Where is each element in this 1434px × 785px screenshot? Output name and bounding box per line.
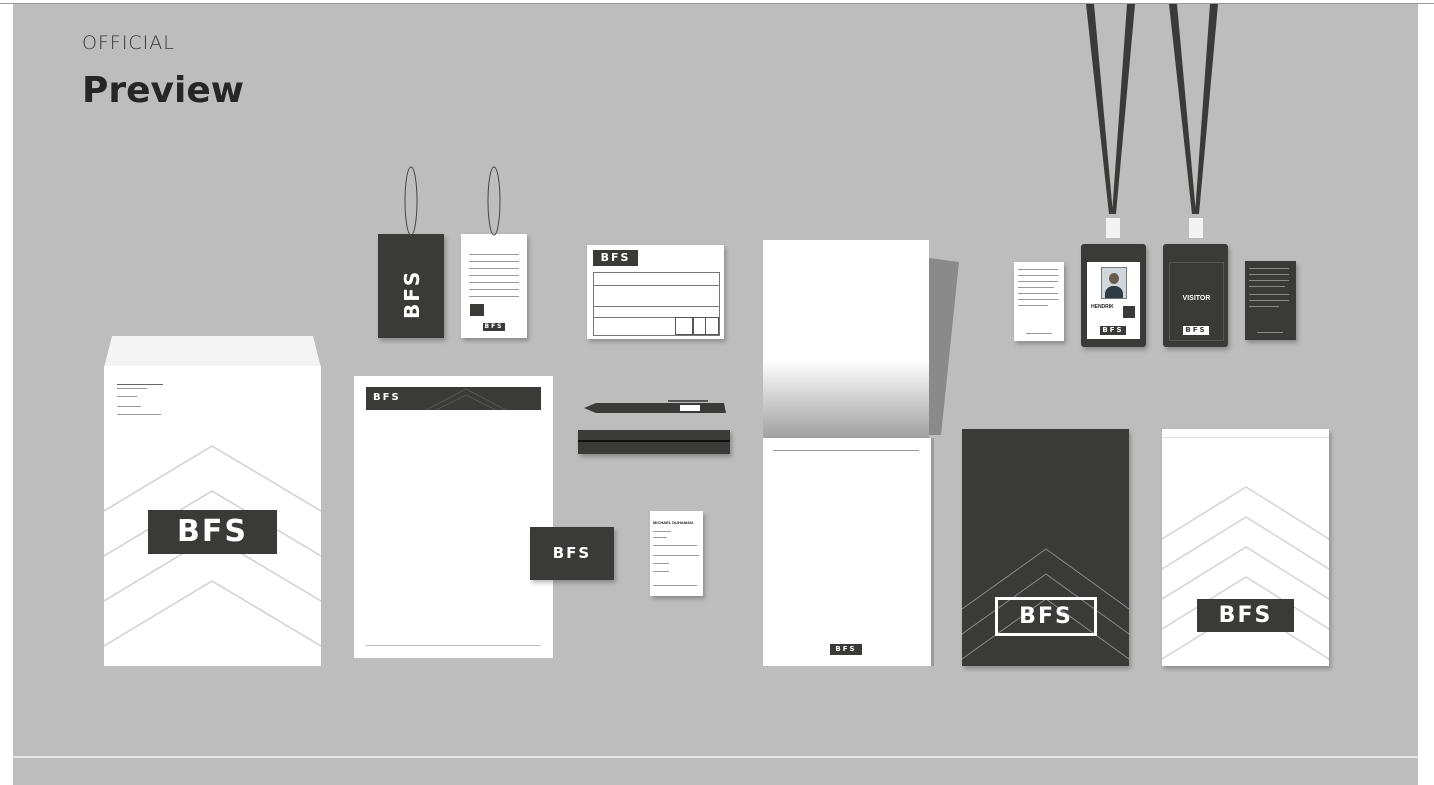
lanyards xyxy=(1086,4,1218,238)
visitor-badge-logo: BFS xyxy=(1183,326,1209,335)
business-card-back: MICHAEL DUHAMAN xyxy=(650,511,703,596)
shipping-label-logo: BFS xyxy=(593,250,638,266)
hang-tag-logo: BFS xyxy=(400,269,424,319)
folder-dark-logo: BFS xyxy=(995,597,1097,636)
visitor-badge: VISITOR BFS xyxy=(1163,244,1228,347)
shipping-label: BFS xyxy=(587,245,724,339)
notepad-graphic xyxy=(763,240,959,666)
letterhead-logo: BFS xyxy=(373,392,401,403)
avatar xyxy=(1101,267,1127,299)
this-side-up-icon xyxy=(705,317,719,335)
notepad-mockup: BFS xyxy=(763,240,963,668)
visitor-badge-card: VISITOR BFS xyxy=(1169,262,1224,341)
employee-name: HENDRIK xyxy=(1091,304,1114,310)
preview-canvas: OFFICIAL Preview BFS BFS BFS BFS BFS BFS… xyxy=(13,4,1418,785)
hang-tag-string-1 xyxy=(404,166,418,236)
envelope-graphic xyxy=(103,336,322,666)
fragile-icon xyxy=(675,317,693,335)
business-card-logo: BFS xyxy=(552,544,592,562)
letterhead-banner: BFS xyxy=(366,387,541,410)
badge-back-card xyxy=(1245,261,1296,340)
letterhead-mockup: BFS xyxy=(354,376,553,658)
pen-mockup xyxy=(584,400,726,413)
qr-code xyxy=(1123,306,1135,318)
envelope-logo: BFS xyxy=(148,510,277,554)
employee-badge: HENDRIK BFS xyxy=(1081,244,1146,347)
letterhead-footer-line xyxy=(366,645,541,646)
hang-tag-back-logo: BFS xyxy=(483,323,505,331)
visitor-label: VISITOR xyxy=(1182,295,1211,302)
bottom-divider xyxy=(13,756,1418,758)
page-title: Preview xyxy=(82,70,245,111)
notepad-logo: BFS xyxy=(835,645,857,653)
folder-white-logo: BFS xyxy=(1197,599,1294,632)
employee-badge-card: HENDRIK BFS xyxy=(1087,262,1140,339)
business-card-name: MICHAEL DUHAMAN xyxy=(653,520,693,525)
folder-white: BFS xyxy=(1162,429,1329,666)
section-eyebrow: OFFICIAL xyxy=(82,32,175,54)
badge-info-card xyxy=(1014,262,1064,341)
shipping-label-grid xyxy=(593,272,720,336)
hang-tag-string-2 xyxy=(487,166,501,236)
hang-tag-back: BFS xyxy=(461,234,527,338)
envelope-mockup: BFS xyxy=(103,336,322,666)
employee-badge-logo: BFS xyxy=(1100,326,1126,335)
hang-tag-front: BFS xyxy=(378,234,444,338)
barcode-block xyxy=(470,304,484,316)
notebook-closed xyxy=(578,430,730,454)
business-card-front: BFS xyxy=(530,527,614,580)
folder-dark: BFS xyxy=(962,429,1129,666)
